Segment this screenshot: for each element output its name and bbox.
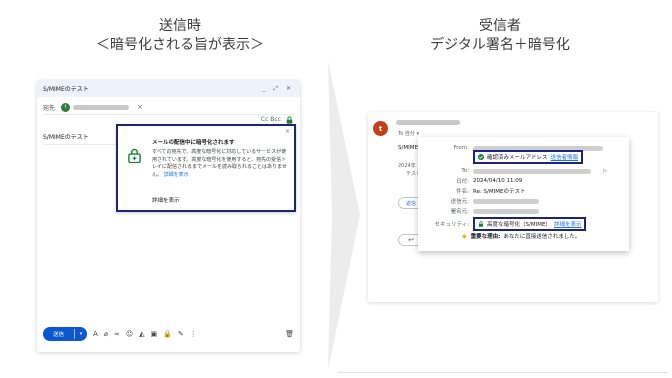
security-box: 高度な暗号化（S/MIME） 詳細を表示	[473, 217, 587, 231]
importance-marker-icon: ◆	[462, 232, 467, 240]
detail-verified-row: 確認済みメールアドレス 送信者情報	[418, 150, 629, 164]
importance-row: ◆ 重要な理由: あなたに直接送信されました。	[462, 232, 581, 241]
popup-title: メールの配信中に暗号化されます	[152, 140, 235, 146]
to-me-toggle[interactable]: To 自分 ▾	[398, 130, 419, 137]
drive-icon[interactable]: ◭	[139, 330, 144, 338]
message-subject-preview: S/MIME	[398, 145, 418, 151]
send-label[interactable]: 送信	[43, 330, 74, 338]
to-address-redacted	[473, 168, 591, 174]
detail-date-row: 日付: 2024/04/10 11:09	[418, 176, 629, 186]
divider-line	[338, 372, 668, 373]
compose-window: S/MIMEのテスト _ ⤢ ✕ 宛先 t × Cc Bcc S/MIMEのテス…	[37, 80, 300, 352]
detail-mailed-by-row: 送信元:	[418, 196, 629, 206]
security-detail-link[interactable]: 詳細を表示	[554, 220, 582, 228]
detail-subject-row: 件名: Re: S/MIMEのテスト	[418, 186, 629, 196]
compose-title: S/MIMEのテスト	[43, 86, 89, 93]
right-heading-subtitle: デジタル署名＋暗号化	[430, 37, 570, 53]
from-label: From:	[453, 145, 469, 151]
subject-field[interactable]: S/MIMEのテスト	[43, 132, 89, 141]
expand-to-icon[interactable]: ▷	[603, 168, 607, 174]
detail-to-row: To: ▷	[418, 166, 629, 176]
signed-by-redacted	[473, 208, 539, 214]
cc-bcc-toggle[interactable]: Cc Bcc	[261, 116, 281, 123]
compose-toolbar: 送信 ▾ A ⌀ ∞ ☺ ◭ ▣ 🔒 ✎ ⋮ 🗑	[43, 326, 294, 342]
security-text: 高度な暗号化（S/MIME）	[487, 222, 551, 228]
verified-check-icon	[478, 154, 484, 160]
sender-name-redacted	[396, 120, 460, 125]
compose-title-bar: S/MIMEのテスト _ ⤢ ✕	[37, 80, 300, 97]
mailed-by-redacted	[473, 198, 539, 204]
more-options-icon[interactable]: ⋮	[190, 330, 197, 338]
attach-icon[interactable]: ⌀	[104, 330, 108, 338]
subject-label: 件名:	[456, 189, 469, 195]
remove-recipient-icon[interactable]: ×	[137, 103, 143, 111]
date-value: 2024/04/10 11:09	[473, 178, 523, 184]
left-heading: 送信時 ＜暗号化される旨が表示＞	[60, 17, 300, 55]
popup-close-icon[interactable]: ×	[285, 128, 290, 135]
format-text-icon[interactable]: A	[93, 330, 98, 338]
trash-icon[interactable]: 🗑	[285, 330, 294, 338]
detail-signed-by-row: 署名元:	[418, 206, 629, 216]
lock-icon	[128, 148, 141, 163]
to-label: 宛先	[43, 104, 56, 112]
encryption-popup: × メールの配信中に暗号化されます すべての宛先で、高度な暗号化に対応しているサ…	[116, 124, 296, 212]
subject-value: Re: S/MIMEのテスト	[473, 189, 526, 195]
emoji-icon[interactable]: ☺	[126, 330, 133, 338]
sender-info-link[interactable]: 送信者情報	[551, 153, 579, 161]
to-row: 宛先 t ×	[43, 100, 294, 114]
send-options-icon[interactable]: ▾	[75, 331, 87, 337]
date-label: 日付:	[456, 179, 469, 185]
right-heading-title: 受信者	[479, 18, 521, 34]
sender-avatar: t	[373, 121, 388, 136]
verified-sender-box: 確認済みメールアドレス 送信者情報	[473, 150, 584, 164]
message-date-preview: 2024年	[398, 163, 416, 169]
popup-detail-link[interactable]: 詳細を表示	[164, 172, 189, 178]
signed-by-label: 署名元:	[450, 209, 469, 215]
left-heading-title: 送信時	[159, 18, 201, 34]
window-controls[interactable]: _ ⤢ ✕	[262, 85, 294, 93]
recipient-address-redacted	[73, 104, 130, 110]
recipient-avatar: t	[61, 102, 71, 112]
confidential-lock-icon[interactable]: 🔒	[163, 330, 172, 338]
right-heading: 受信者 デジタル署名＋暗号化	[395, 17, 605, 55]
arrow-chevron-icon	[328, 60, 360, 370]
detail-security-row: セキュリティ: 高度な暗号化（S/MIME） 詳細を表示	[418, 217, 629, 231]
photo-icon[interactable]: ▣	[151, 330, 158, 338]
popup-body: すべての宛先で、高度な暗号化に対応しているサービスが使用されています。高度な暗号…	[152, 149, 288, 179]
popup-detail-button[interactable]: 詳細を表示	[152, 196, 180, 204]
send-button[interactable]: 送信 ▾	[43, 327, 87, 341]
importance-label: 重要な理由:	[470, 234, 501, 240]
verified-text: 確認済みメールアドレス	[487, 155, 548, 161]
security-lock-icon	[478, 221, 484, 227]
encryption-lock-icon[interactable]	[285, 115, 294, 124]
recipient-chip[interactable]: t ×	[61, 102, 143, 112]
link-icon[interactable]: ∞	[114, 330, 120, 338]
to-label-detail: To:	[461, 168, 469, 174]
mailed-by-label: 送信元:	[450, 199, 469, 205]
left-heading-subtitle: ＜暗号化される旨が表示＞	[96, 37, 264, 53]
signature-icon[interactable]: ✎	[178, 330, 184, 338]
security-label: セキュリティ:	[434, 222, 469, 228]
message-details-popup: From: 確認済みメールアドレス 送信者情報 To: ▷ 日付: 2024/0…	[418, 137, 629, 251]
importance-text: あなたに直接送信されました。	[503, 234, 581, 240]
